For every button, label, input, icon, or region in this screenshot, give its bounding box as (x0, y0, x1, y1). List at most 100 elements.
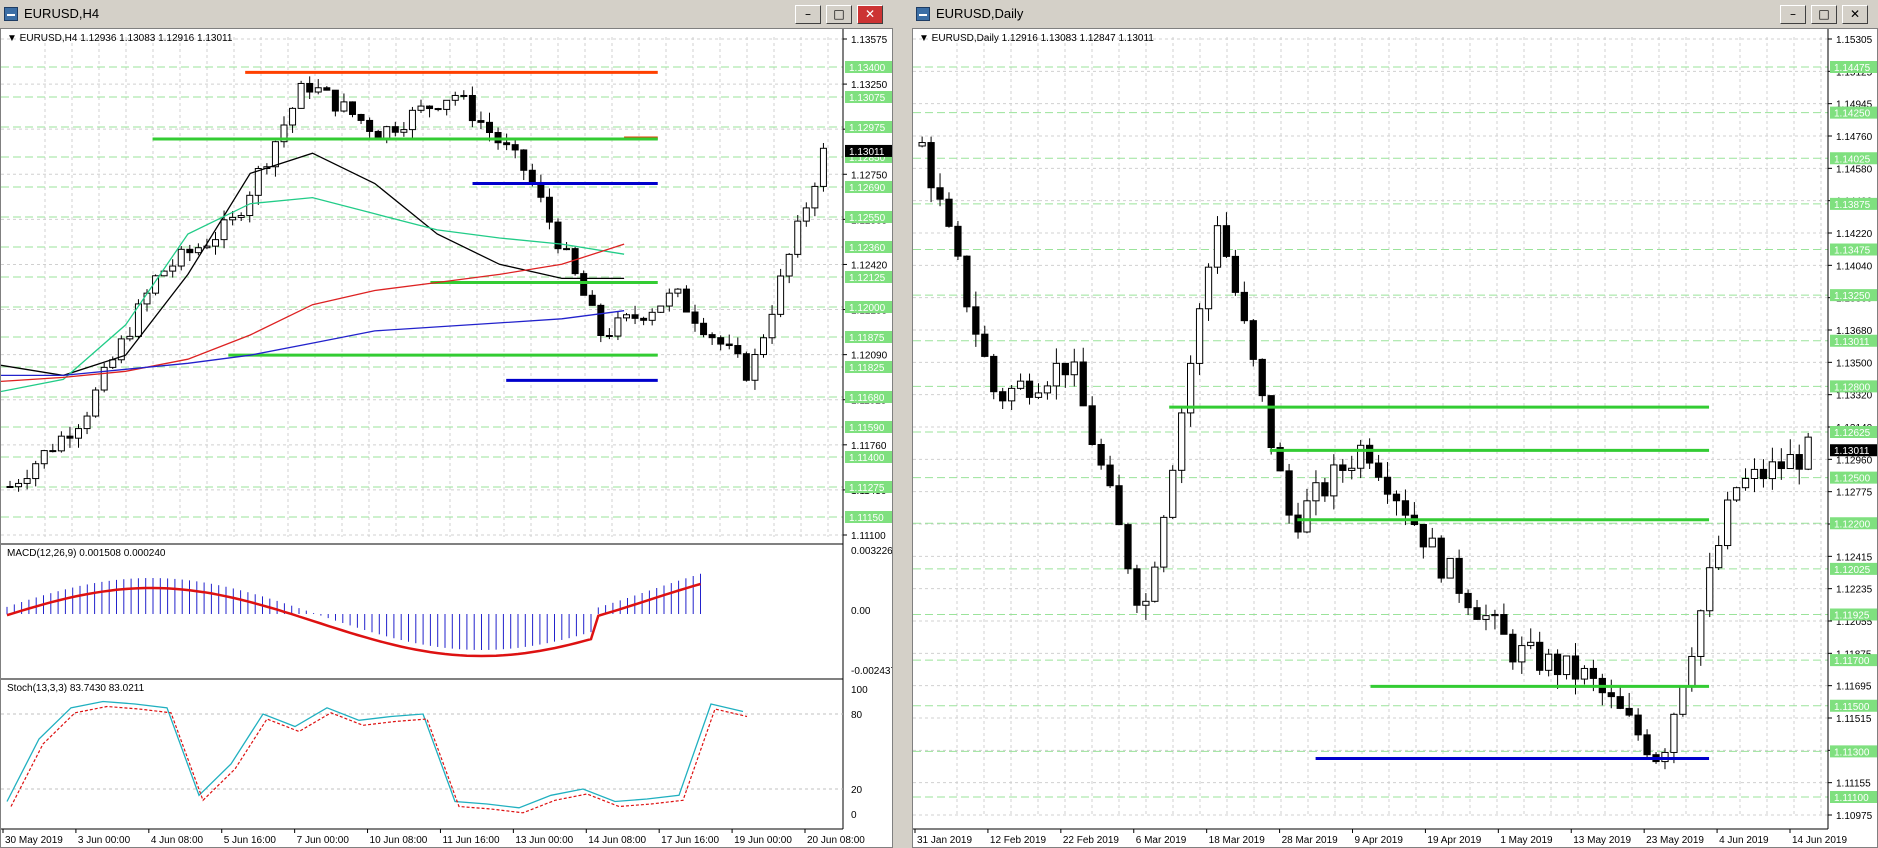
price-tick-label: 1.14040 (1836, 261, 1873, 272)
bear-candle (981, 333, 989, 357)
level-label: 1.11400 (849, 453, 885, 464)
price-tick-label: 1.11760 (851, 441, 887, 452)
symbol-ohlc-header: ▼ EURUSD,Daily 1.12916 1.13083 1.12847 1… (919, 33, 1154, 44)
bull-candle (383, 126, 391, 140)
bear-candle (1249, 320, 1257, 360)
price-tick-label: 1.12415 (1836, 552, 1873, 563)
bull-candle (1446, 557, 1454, 579)
symbol-ohlc-header: ▼ EURUSD,H4 1.12936 1.13083 1.12916 1.13… (7, 33, 233, 44)
price-tick-label: 1.13250 (851, 80, 888, 91)
level-label: 1.12975 (849, 123, 886, 134)
bear-candle (391, 126, 399, 133)
price-tick-label: 1.15305 (1836, 35, 1873, 46)
bear-candle (460, 94, 468, 97)
bull-candle (751, 354, 759, 381)
close-button[interactable]: ✕ (1842, 5, 1868, 24)
bear-candle (717, 337, 725, 345)
bull-candle (1706, 567, 1714, 612)
bear-candle (66, 435, 74, 439)
bull-candle (177, 248, 185, 267)
bear-candle (1106, 464, 1114, 487)
window-splitter[interactable] (893, 0, 912, 848)
bear-candle (1231, 255, 1240, 293)
bear-candle (1339, 464, 1347, 471)
bear-candle (1607, 692, 1615, 698)
level-label: 1.12025 (1834, 565, 1871, 576)
macd-tick-label: 0.003226 (851, 546, 893, 557)
minimize-button[interactable]: – (795, 5, 821, 24)
bear-candle (306, 82, 314, 93)
price-tick-label: 1.10975 (1836, 811, 1873, 822)
stoch-label: Stoch(13,3,3) 83.7430 83.0211 (7, 683, 145, 694)
price-tick-label: 1.11695 (1836, 682, 1872, 693)
bear-candle (1437, 537, 1445, 579)
h4-chart-svg[interactable]: 1.135751.132501.129151.127501.125851.124… (1, 29, 893, 848)
bear-candle (936, 187, 944, 200)
close-button[interactable]: ✕ (857, 5, 883, 24)
h4-chart-window[interactable]: EURUSD,H4 – □ ✕ 1.135751.132501.129151.1… (0, 0, 893, 848)
bull-candle (1768, 461, 1777, 480)
daily-chart-window[interactable]: EURUSD,Daily – □ ✕ 1.153051.151251.14945… (912, 0, 1878, 848)
bear-candle (972, 306, 980, 335)
daily-chart-area[interactable]: 1.153051.151251.149451.147601.145801.144… (912, 28, 1878, 848)
h4-title-bar[interactable]: EURUSD,H4 – □ ✕ (0, 0, 893, 29)
level-label: 1.12000 (849, 303, 886, 314)
time-tick-label: 17 Jun 16:00 (661, 835, 719, 846)
bull-candle (400, 129, 408, 133)
time-tick-label: 11 Jun 16:00 (442, 835, 500, 846)
h4-window-title: EURUSD,H4 (24, 6, 100, 21)
bear-candle (927, 142, 935, 189)
bull-candle (194, 247, 202, 254)
bear-candle (357, 113, 365, 121)
h4-chart-area[interactable]: 1.135751.132501.129151.127501.125851.124… (0, 28, 893, 848)
bull-candle (1187, 362, 1195, 414)
maximize-button[interactable]: □ (826, 5, 852, 24)
bull-candle (768, 313, 776, 339)
bear-candle (682, 288, 690, 313)
daily-chart-svg[interactable]: 1.153051.151251.149451.147601.145801.144… (913, 29, 1878, 848)
maximize-button[interactable]: □ (1811, 5, 1837, 24)
bull-candle (40, 450, 48, 465)
bull-candle (1160, 516, 1168, 568)
time-tick-label: 23 May 2019 (1646, 835, 1704, 846)
stoch-main-line (6, 700, 744, 809)
bear-candle (1383, 476, 1392, 495)
bear-candle (1643, 734, 1651, 756)
bear-candle (1392, 493, 1401, 502)
bear-candle (631, 314, 639, 319)
bull-candle (1428, 537, 1436, 548)
bear-candle (426, 105, 434, 110)
bull-candle (1724, 499, 1732, 547)
level-label: 1.12200 (1834, 519, 1871, 530)
bull-candle (1016, 380, 1025, 389)
bull-candle (674, 288, 682, 294)
bull-candle (1052, 362, 1061, 387)
bull-candle (237, 215, 245, 218)
daily-title-bar[interactable]: EURUSD,Daily – □ ✕ (912, 0, 1878, 29)
chart-window-icon (4, 7, 18, 21)
level-label: 1.11100 (1834, 793, 1869, 804)
bear-candle (486, 121, 493, 134)
level-label: 1.12125 (849, 273, 886, 284)
bear-candle (963, 255, 971, 308)
bull-candle (1750, 468, 1759, 480)
bull-candle (340, 101, 348, 112)
time-tick-label: 14 Jun 08:00 (588, 835, 646, 846)
bull-candle (1482, 615, 1490, 620)
level-label: 1.13475 (1834, 246, 1871, 257)
level-label: 1.11150 (849, 513, 884, 524)
time-tick-label: 22 Feb 2019 (1063, 835, 1120, 846)
bear-candle (605, 334, 613, 337)
bull-candle (648, 311, 656, 321)
bull-candle (563, 248, 571, 251)
minimize-button[interactable]: – (1780, 5, 1806, 24)
time-tick-label: 20 Jun 08:00 (807, 835, 865, 846)
level-label: 1.13250 (1834, 291, 1871, 302)
bull-candle (1679, 686, 1687, 715)
bear-candle (1509, 633, 1517, 663)
bull-candle (1303, 500, 1311, 533)
price-tick-label: 1.12775 (1836, 488, 1873, 499)
level-label: 1.11590 (849, 423, 885, 434)
bull-candle (794, 220, 802, 255)
bull-candle (1312, 482, 1320, 502)
